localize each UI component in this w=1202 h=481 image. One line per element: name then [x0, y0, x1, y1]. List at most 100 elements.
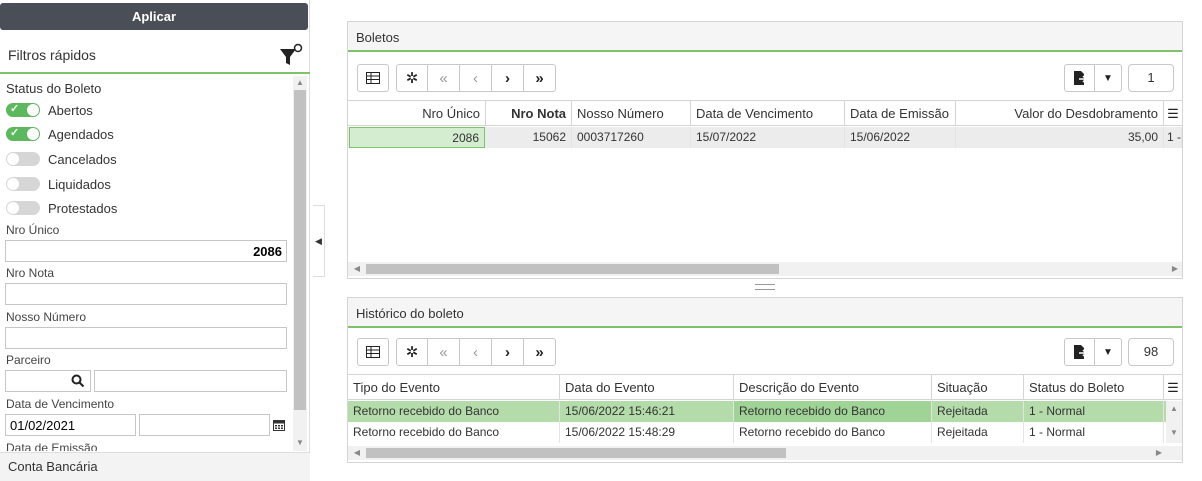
page-number-input[interactable]: 1 — [1128, 64, 1174, 92]
scroll-left-icon[interactable]: ◀ — [350, 263, 364, 275]
collapse-sidebar-tab[interactable]: ◀ — [313, 205, 325, 277]
calendar-icon[interactable] — [273, 419, 285, 431]
cell-valor[interactable]: 35,00 — [956, 127, 1164, 148]
cell-emissao[interactable]: 15/06/2022 — [845, 127, 956, 148]
historico-vscroll[interactable]: ▲ ▼ — [1166, 401, 1182, 443]
export-dropdown[interactable]: ▼ — [1094, 338, 1122, 366]
toggle-switch[interactable]: ✓ — [6, 103, 40, 117]
cell-situacao[interactable]: Rejeitada — [932, 422, 1024, 443]
toggle-switch[interactable] — [6, 177, 40, 191]
scroll-left-icon[interactable]: ◀ — [350, 447, 364, 459]
first-page-button[interactable]: « — [427, 64, 460, 92]
conta-bancaria-section[interactable]: Conta Bancária — [0, 452, 310, 481]
data-vencimento-label: Data de Vencimento — [6, 397, 115, 411]
next-page-button[interactable]: › — [491, 338, 524, 366]
parceiro-name-input[interactable] — [94, 370, 287, 392]
column-menu-icon[interactable]: ☰ — [1164, 375, 1182, 400]
page-number-input[interactable]: 98 — [1128, 338, 1174, 366]
nosso-numero-input[interactable] — [5, 327, 287, 349]
status-section-title: Status do Boleto — [6, 81, 102, 96]
cell-descricao[interactable]: Retorno recebido do Banco — [734, 401, 932, 422]
conta-bancaria-label: Conta Bancária — [8, 459, 98, 474]
sidebar-scrollbar[interactable]: ▲ ▼ — [293, 76, 307, 451]
filters-scroll-area[interactable]: Status do Boleto ✓ Abertos ✓ Agendados C… — [0, 76, 310, 451]
col-status-boleto[interactable]: Status do Boleto — [1024, 375, 1164, 400]
cell-nro-nota[interactable]: 15062 — [486, 127, 572, 148]
toggle-switch[interactable] — [6, 152, 40, 166]
cell-status[interactable]: 1 - Normal — [1024, 422, 1164, 443]
boletos-panel: Boletos ✲ « ‹ › » ▼ 1 Nro Único Nro Nota… — [347, 21, 1183, 279]
cell-situacao[interactable]: Rejeitada — [932, 401, 1024, 422]
first-page-button[interactable]: « — [427, 338, 460, 366]
cell-data[interactable]: 15/06/2022 15:48:29 — [560, 422, 734, 443]
filter-clear-icon[interactable] — [278, 43, 304, 69]
vencimento-to-input[interactable] — [139, 414, 270, 436]
col-situacao[interactable]: Situação — [932, 375, 1024, 400]
settings-button[interactable]: ✲ — [396, 64, 428, 92]
cell-nro-unico[interactable]: 2086 — [349, 127, 485, 148]
nro-nota-input[interactable] — [5, 283, 287, 305]
col-data-evento[interactable]: Data do Evento — [560, 375, 734, 400]
scroll-up-icon[interactable]: ▲ — [293, 77, 307, 89]
scrollbar-thumb[interactable] — [366, 264, 779, 274]
cell-vencimento[interactable]: 15/07/2022 — [691, 127, 845, 148]
last-page-button[interactable]: » — [523, 64, 556, 92]
gear-icon: ✲ — [405, 344, 419, 361]
next-page-button[interactable]: › — [491, 64, 524, 92]
search-icon[interactable] — [71, 374, 85, 388]
prev-page-button[interactable]: ‹ — [459, 338, 492, 366]
export-button[interactable] — [1064, 338, 1095, 366]
scroll-right-icon[interactable]: ▶ — [1152, 447, 1166, 459]
cell-data[interactable]: 15/06/2022 15:46:21 — [560, 401, 734, 422]
col-tipo-evento[interactable]: Tipo do Evento — [348, 375, 560, 400]
cell-descricao[interactable]: Retorno recebido do Banco — [734, 422, 932, 443]
toggle-row-agendados[interactable]: ✓ Agendados — [6, 125, 114, 143]
last-page-button[interactable]: » — [523, 338, 556, 366]
apply-button[interactable]: Aplicar — [0, 3, 308, 30]
cell-tipo[interactable]: Retorno recebido do Banco — [348, 401, 560, 422]
col-data-vencimento[interactable]: Data de Vencimento — [691, 101, 845, 126]
toggle-row-abertos[interactable]: ✓ Abertos — [6, 101, 93, 119]
boletos-hscroll[interactable]: ◀ ▶ — [348, 262, 1182, 276]
toggle-row-liquidados[interactable]: Liquidados — [6, 175, 111, 193]
vencimento-from-input[interactable] — [5, 414, 136, 436]
cell-status[interactable]: 1 - Normal — [1024, 401, 1164, 422]
toggle-switch[interactable]: ✓ — [6, 127, 40, 141]
cell-tipo[interactable]: Retorno recebido do Banco — [348, 422, 560, 443]
scrollbar-thumb[interactable] — [294, 90, 306, 410]
historico-hscroll[interactable]: ◀ ▶ — [348, 446, 1182, 460]
toggle-label: Abertos — [48, 102, 93, 118]
prev-page-icon: ‹ — [473, 69, 478, 87]
scroll-up-icon[interactable]: ▲ — [1167, 403, 1181, 415]
col-nro-unico[interactable]: Nro Único — [348, 101, 486, 126]
col-descricao-evento[interactable]: Descrição do Evento — [734, 375, 932, 400]
cell-nosso-numero[interactable]: 0003717260 — [572, 127, 691, 148]
collapse-left-icon[interactable]: ◀ — [315, 236, 322, 247]
toggle-row-cancelados[interactable]: Cancelados — [6, 150, 117, 168]
export-button[interactable] — [1064, 64, 1095, 92]
col-data-emissao[interactable]: Data de Emissão — [845, 101, 956, 126]
grid-view-button[interactable] — [357, 338, 389, 366]
table-row[interactable]: 2086 15062 0003717260 15/07/2022 15/06/2… — [348, 127, 1182, 148]
scroll-down-icon[interactable]: ▼ — [1167, 427, 1181, 439]
scrollbar-thumb[interactable] — [366, 448, 786, 458]
col-nosso-numero[interactable]: Nosso Número — [572, 101, 691, 126]
table-row[interactable]: Retorno recebido do Banco 15/06/2022 15:… — [348, 401, 1182, 422]
table-row[interactable]: Retorno recebido do Banco 15/06/2022 15:… — [348, 422, 1182, 443]
toggle-label: Agendados — [48, 126, 114, 142]
prev-page-button[interactable]: ‹ — [459, 64, 492, 92]
settings-button[interactable]: ✲ — [396, 338, 428, 366]
toggle-switch[interactable] — [6, 201, 40, 215]
col-valor-desdobramento[interactable]: Valor do Desdobramento — [956, 101, 1164, 126]
col-nro-nota[interactable]: Nro Nota — [486, 101, 572, 126]
panel-resize-handle[interactable] — [755, 284, 775, 290]
last-page-icon: » — [535, 69, 544, 87]
cell-extra[interactable]: 1 - — [1164, 127, 1182, 148]
grid-view-button[interactable] — [357, 64, 389, 92]
scroll-right-icon[interactable]: ▶ — [1168, 263, 1182, 275]
scroll-down-icon[interactable]: ▼ — [293, 437, 307, 449]
nro-unico-input[interactable] — [5, 240, 287, 262]
column-menu-icon[interactable]: ☰ — [1164, 101, 1182, 126]
toggle-row-protestados[interactable]: Protestados — [6, 199, 117, 217]
export-dropdown[interactable]: ▼ — [1094, 64, 1122, 92]
